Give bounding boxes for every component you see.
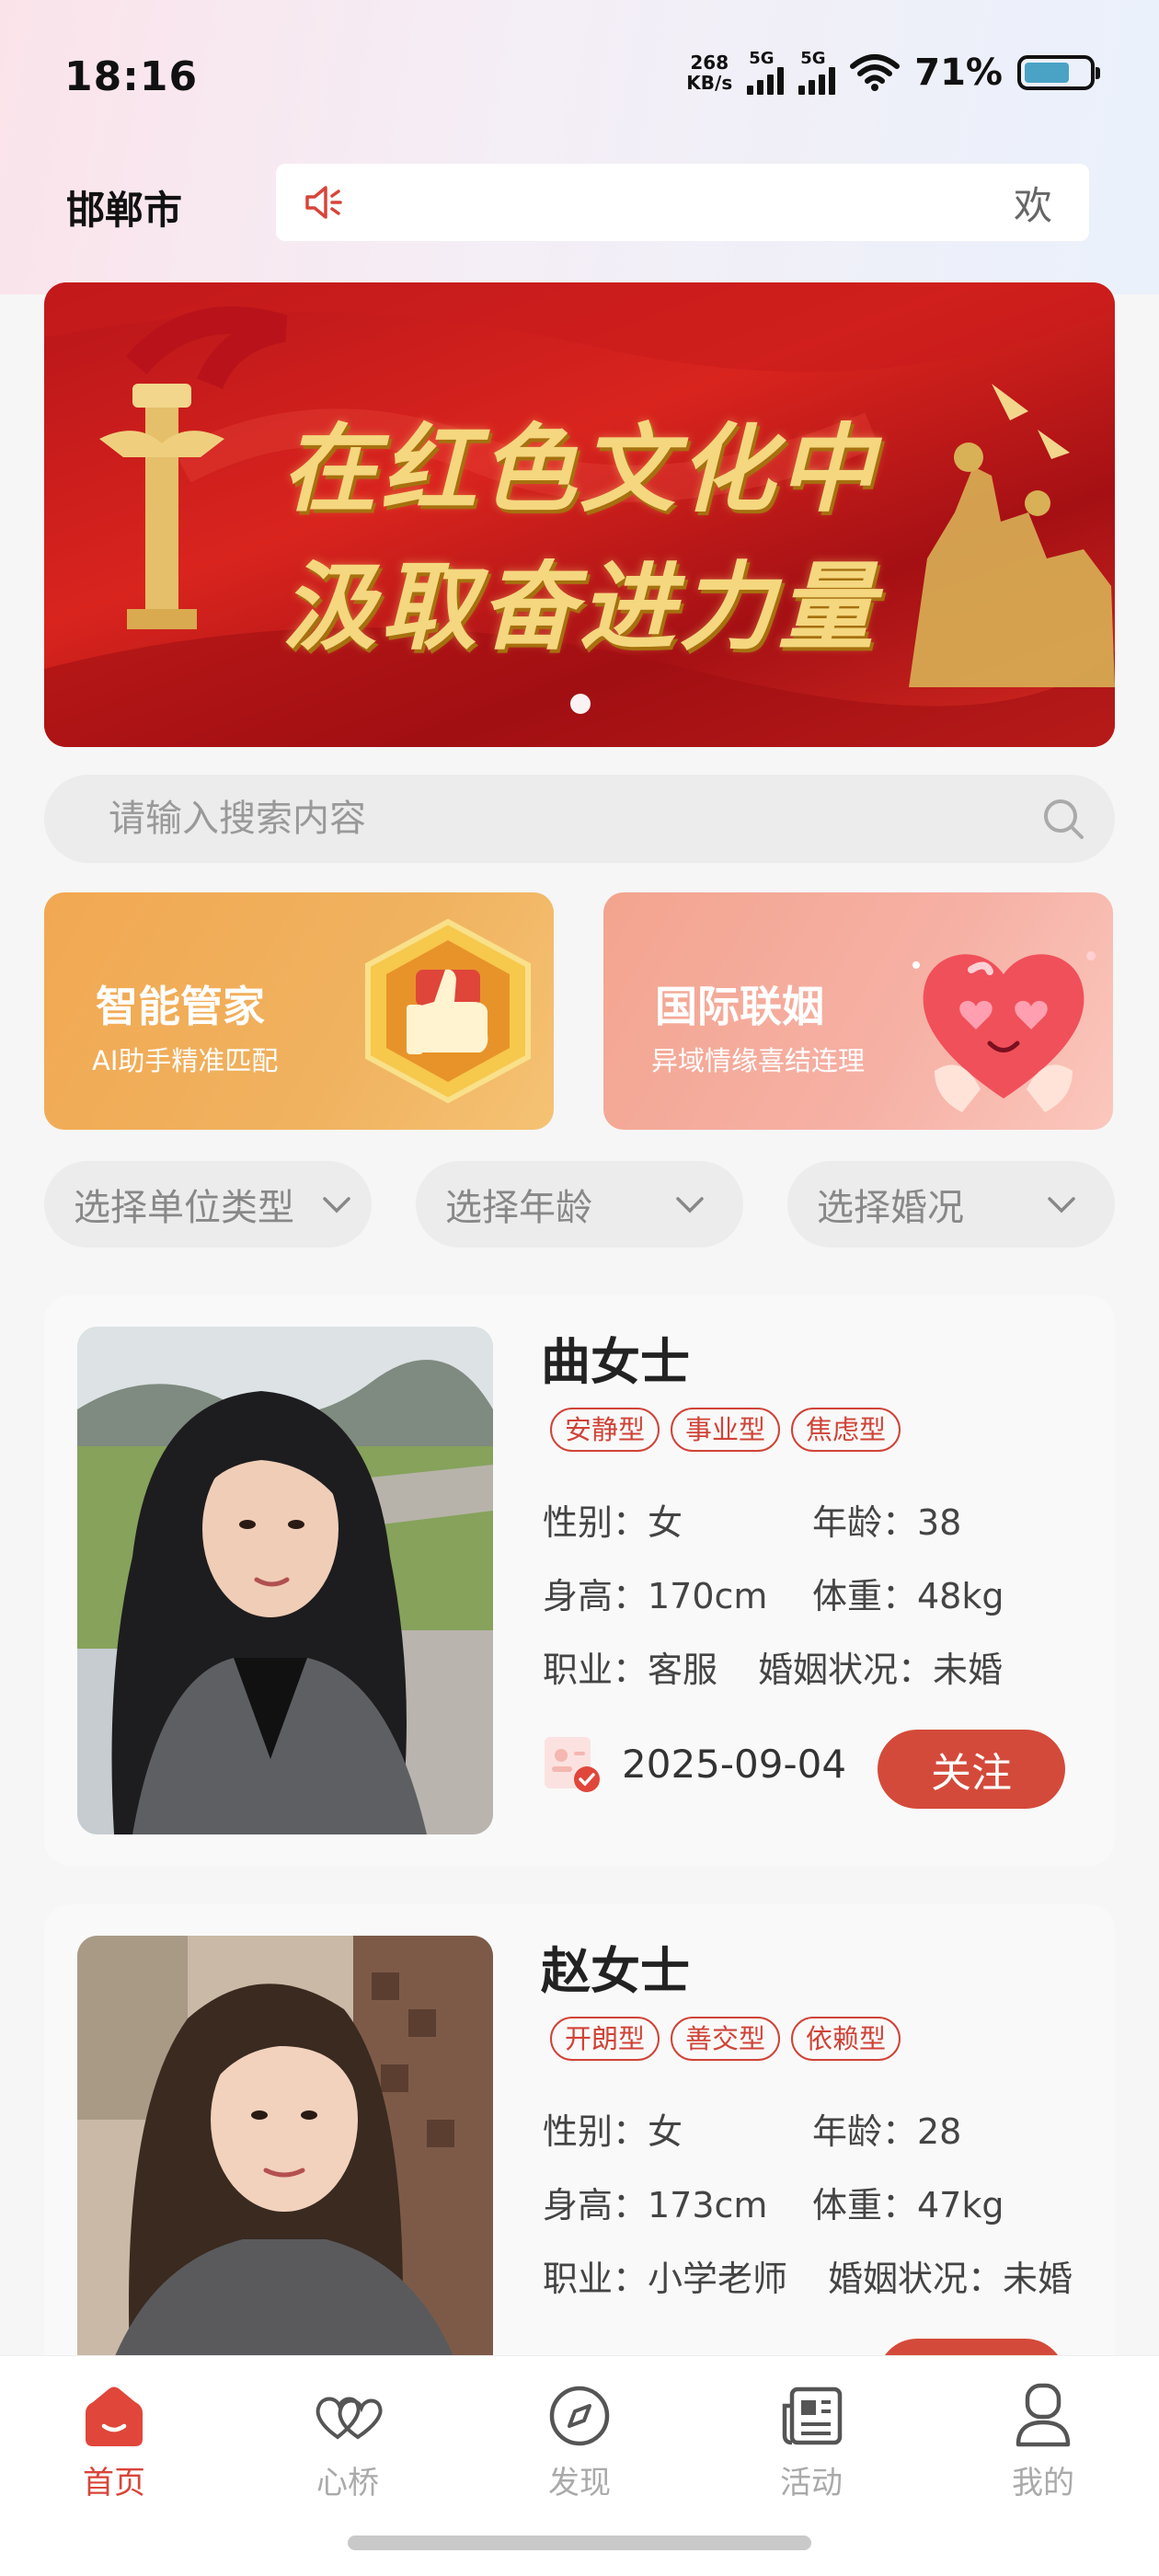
thumbs-up-badge-icon [365, 918, 531, 1104]
promo-banner[interactable]: 在红色文化中 汲取奋进力量 [44, 282, 1115, 747]
age: 年龄：38 [812, 1502, 962, 1543]
age-filter[interactable]: 选择年龄 [416, 1161, 743, 1248]
city-selector[interactable]: 邯郸市 [66, 179, 182, 236]
news-icon [782, 2386, 843, 2445]
unit-type-filter[interactable]: 选择单位类型 [44, 1161, 372, 1248]
occupation: 职业：小学老师 [543, 2259, 788, 2299]
profile-photo[interactable] [77, 1327, 493, 1834]
tab-home[interactable]: 首页 [22, 2378, 206, 2502]
speaker-icon [305, 186, 342, 219]
age: 年龄：28 [812, 2111, 962, 2152]
notice-bar[interactable]: 欢 [276, 164, 1089, 241]
notice-text: 欢 [1013, 182, 1052, 228]
weight: 体重：48kg [812, 1576, 1004, 1616]
feature-title: 智能管家 [96, 982, 265, 1031]
profile-card[interactable]: 曲女士 安静型 事业型 焦虑型 性别：女 年龄：38 身高：170cm 体重：4… [44, 1295, 1115, 1866]
feature-title: 国际联姻 [655, 982, 824, 1031]
marital-status-filter[interactable]: 选择婚况 [787, 1161, 1115, 1248]
tab-label: 发现 [548, 2465, 611, 2501]
battery-percent: 71% [914, 52, 1003, 94]
chevron-down-icon [676, 1197, 704, 1213]
personality-tag: 焦虑型 [791, 1408, 901, 1452]
status-bar: 18:16 268 KB/s 5G 5G 71% [0, 0, 1159, 156]
date: 2025-09-04 [622, 1741, 847, 1787]
tab-activities[interactable]: 活动 [719, 2378, 903, 2502]
profile-name: 曲女士 [541, 1333, 690, 1391]
tab-discover[interactable]: 发现 [488, 2378, 671, 2502]
battery-icon [1017, 55, 1100, 90]
hearts-icon [316, 2397, 383, 2440]
feature-subtitle: AI助手精准匹配 [92, 1045, 279, 1076]
smart-butler-card[interactable]: 智能管家 AI助手精准匹配 [44, 892, 554, 1130]
tab-label: 首页 [83, 2465, 145, 2501]
carousel-indicator [570, 694, 591, 714]
filter-label: 选择单位类型 [74, 1187, 294, 1229]
filter-label: 选择婚况 [817, 1187, 964, 1229]
search-icon[interactable] [1039, 795, 1087, 843]
gender: 性别：女 [543, 1502, 683, 1543]
search-input[interactable] [109, 798, 1028, 840]
verified-id-icon [545, 1737, 600, 1792]
profile-name: 赵女士 [541, 1942, 690, 2000]
personality-tags: 开朗型 善交型 依赖型 [550, 2017, 901, 2061]
compass-icon [549, 2386, 610, 2446]
occupation: 职业：客服 [543, 1650, 718, 1690]
personality-tag: 善交型 [671, 2017, 781, 2061]
network-speed: 268 KB/s [686, 52, 733, 94]
marital-status: 婚姻状况：未婚 [828, 2259, 1073, 2299]
heart-face-icon [912, 951, 1096, 1112]
personality-tag: 依赖型 [791, 2017, 901, 2061]
signal-icon: 5G [747, 51, 785, 95]
signal-icon: 5G [798, 51, 836, 95]
wifi-icon [850, 54, 901, 91]
tab-heart-bridge[interactable]: 心桥 [256, 2378, 440, 2502]
profile-card[interactable]: 赵女士 开朗型 善交型 依赖型 性别：女 年龄：28 身高：173cm 体重：4… [44, 1904, 1115, 2418]
clock: 18:16 [64, 53, 199, 100]
user-icon [1016, 2383, 1071, 2447]
international-marriage-card[interactable]: 国际联姻 异域情缘喜结连理 [603, 892, 1113, 1130]
personality-tags: 安静型 事业型 焦虑型 [550, 1408, 901, 1452]
personality-tag: 事业型 [671, 1408, 781, 1452]
feature-subtitle: 异域情缘喜结连理 [651, 1045, 866, 1076]
banner-headline-1: 在红色文化中 [281, 412, 878, 525]
personality-tag: 安静型 [550, 1408, 660, 1452]
tab-label: 活动 [780, 2465, 843, 2501]
verified-date: 2025-09-04 [541, 1733, 846, 1794]
banner-headline-2: 汲取奋进力量 [281, 550, 878, 663]
tab-label: 心桥 [316, 2465, 379, 2501]
marital-status: 婚姻状况：未婚 [758, 1650, 1004, 1690]
chevron-down-icon [323, 1197, 350, 1213]
status-icons: 268 KB/s 5G 5G 71% [686, 51, 1100, 95]
personality-tag: 开朗型 [550, 2017, 660, 2061]
home-indicator[interactable] [348, 2536, 811, 2550]
gender: 性别：女 [543, 2111, 683, 2152]
filter-label: 选择年龄 [445, 1187, 592, 1229]
height: 身高：170cm [543, 1576, 768, 1616]
tab-profile[interactable]: 我的 [951, 2378, 1135, 2502]
profile-photo[interactable] [77, 1936, 493, 2414]
chevron-down-icon [1048, 1197, 1075, 1213]
height: 身高：173cm [543, 2185, 768, 2225]
weight: 体重：47kg [812, 2185, 1004, 2225]
follow-button[interactable]: 关注 [878, 1730, 1065, 1809]
search-bar[interactable] [44, 775, 1115, 863]
home-icon [86, 2386, 143, 2446]
tab-label: 我的 [1012, 2465, 1074, 2501]
